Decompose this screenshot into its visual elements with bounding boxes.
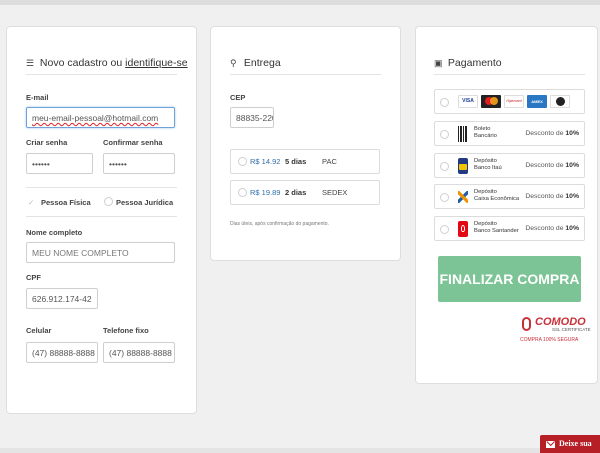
mastercard-logo-icon <box>481 95 501 108</box>
payment-option-caixa[interactable]: Depósito Caixa Econômica Desconto de 10% <box>434 184 585 209</box>
shipping-option-pac[interactable]: R$ 14.92 5 dias PAC <box>230 149 380 174</box>
cell-field[interactable]: (47) 88888-8888 <box>26 342 98 363</box>
check-icon: ✓ <box>28 198 35 207</box>
map-pin-icon: ⚲ <box>230 58 237 68</box>
password-label: Criar senha <box>26 138 68 147</box>
radio-pessoa-juridica[interactable]: Pessoa Jurídica <box>116 198 173 207</box>
payment-discount: Desconto de 10% <box>525 193 579 200</box>
secure-purchase-text: COMPRA 100% SEGURA <box>520 337 579 343</box>
shipping-radio[interactable] <box>238 188 247 197</box>
shipping-radio[interactable] <box>238 157 247 166</box>
registration-title-text: Novo cadastro ou <box>39 57 123 69</box>
shipping-price: R$ 14.92 <box>250 157 281 166</box>
cep-field[interactable]: 88835-220 <box>230 107 274 128</box>
payment-option-santander[interactable]: Depósito Banco Santander Desconto de 10% <box>434 216 585 241</box>
credit-card-icon: ▣ <box>434 58 443 68</box>
feedback-tab[interactable]: Deixe sua <box>540 435 600 453</box>
caixa-logo-icon <box>458 189 468 205</box>
radio-pessoa-juridica-button[interactable] <box>104 197 113 206</box>
payment-radio[interactable] <box>440 193 449 202</box>
finalize-purchase-button[interactable]: FINALIZAR COMPRA <box>438 256 581 302</box>
fullname-label: Nome completo <box>26 228 83 237</box>
browser-top-strip <box>0 0 600 5</box>
payment-radio[interactable] <box>440 225 449 234</box>
lock-icon <box>522 317 531 331</box>
diners-logo-icon <box>550 95 570 108</box>
divider <box>26 74 177 75</box>
divider <box>230 74 381 75</box>
registration-title: ☰ Novo cadastro ou identifique-se <box>26 57 188 69</box>
cep-label: CEP <box>230 93 246 102</box>
payment-name: Depósito Caixa Econômica <box>474 189 520 202</box>
barcode-icon <box>458 126 468 142</box>
email-field[interactable]: meu-email-pessoal@hotmail.com <box>26 107 175 128</box>
browser-bottom-strip <box>0 448 600 453</box>
payment-radio[interactable] <box>440 130 449 139</box>
shipping-days: 5 dias <box>285 157 307 166</box>
list-icon: ☰ <box>26 58 35 68</box>
cpf-field[interactable]: 626.912.174-42 <box>26 288 98 309</box>
delivery-title: ⚲ Entrega <box>230 57 281 69</box>
delivery-note: Dias úteis, após confirmação do pagament… <box>230 221 329 227</box>
santander-logo-icon <box>458 221 468 237</box>
comodo-ssl-text: SSL CERTIFICATE <box>552 327 591 332</box>
payment-discount: Desconto de 10% <box>525 162 579 169</box>
payment-title: ▣ Pagamento <box>434 57 502 69</box>
shipping-days: 2 dias <box>285 188 307 197</box>
divider <box>26 216 177 217</box>
shipping-service: PAC <box>322 157 337 166</box>
feedback-label: Deixe sua <box>559 439 592 448</box>
payment-option-boleto[interactable]: Boleto Bancário Desconto de 10% <box>434 121 585 146</box>
shipping-option-sedex[interactable]: R$ 19.89 2 dias SEDEX <box>230 180 380 205</box>
payment-name: Boleto Bancário <box>474 126 497 139</box>
delivery-title-text: Entrega <box>243 57 281 69</box>
payment-name: Depósito Banco Itaú <box>474 158 502 171</box>
payment-title-text: Pagamento <box>447 57 502 69</box>
fullname-field[interactable]: MEU NOME COMPLETO <box>26 242 175 263</box>
email-value: meu-email-pessoal@hotmail.com <box>32 113 159 123</box>
payment-discount: Desconto de 10% <box>525 225 579 232</box>
visa-logo-icon: VISA <box>458 95 478 108</box>
divider <box>26 187 177 188</box>
envelope-icon <box>546 440 555 448</box>
payment-option-credit-card[interactable]: VISA Hipercard AMEX <box>434 89 585 114</box>
shipping-price: R$ 19.89 <box>250 188 281 197</box>
payment-radio[interactable] <box>440 162 449 171</box>
payment-option-itau[interactable]: Depósito Banco Itaú Desconto de 10% <box>434 153 585 178</box>
amex-logo-icon: AMEX <box>527 95 547 108</box>
identify-link[interactable]: identifique-se <box>125 57 187 69</box>
confirm-password-field[interactable]: •••••• <box>103 153 175 174</box>
password-field[interactable]: •••••• <box>26 153 93 174</box>
email-label: E-mail <box>26 93 49 102</box>
divider <box>434 74 585 75</box>
radio-pessoa-fisica[interactable]: Pessoa Física <box>41 198 91 207</box>
payment-name: Depósito Banco Santander <box>474 221 519 234</box>
comodo-seal: COMODO SSL CERTIFICATE COMPRA 100% SEGUR… <box>520 316 591 348</box>
shipping-service: SEDEX <box>322 188 348 197</box>
hipercard-logo-icon: Hipercard <box>504 95 524 108</box>
confirm-password-label: Confirmar senha <box>103 138 163 147</box>
payment-discount: Desconto de 10% <box>525 130 579 137</box>
payment-radio[interactable] <box>440 98 449 107</box>
cpf-label: CPF <box>26 273 41 282</box>
phone-field[interactable]: (47) 88888-8888 <box>103 342 175 363</box>
cell-label: Celular <box>26 326 52 335</box>
phone-label: Telefone fixo <box>103 326 149 335</box>
itau-logo-icon <box>458 158 468 174</box>
